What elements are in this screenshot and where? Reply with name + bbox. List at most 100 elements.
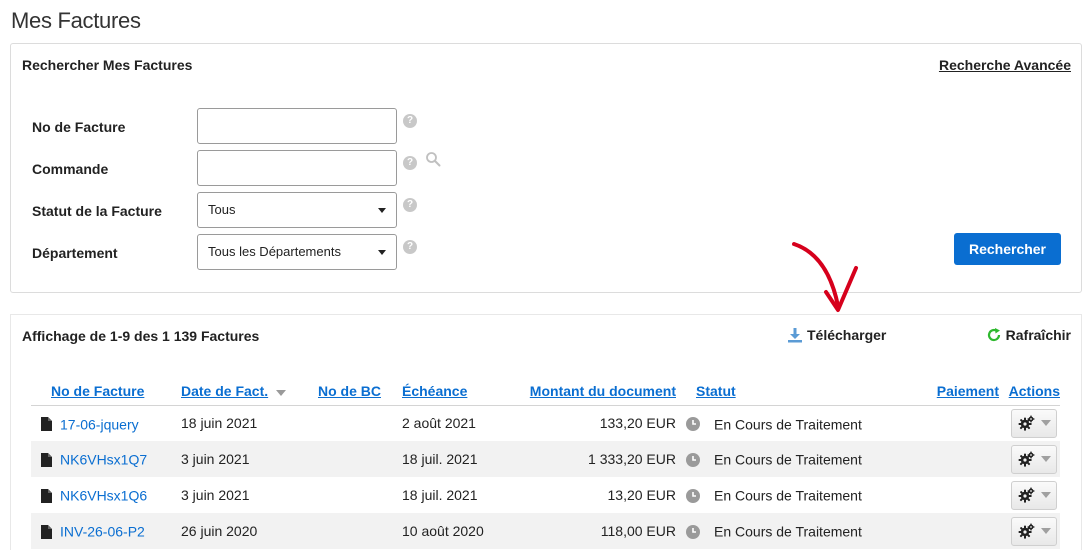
chevron-down-icon: [1040, 528, 1051, 534]
order-input[interactable]: [197, 150, 397, 186]
invoice-no-input[interactable]: [197, 108, 397, 144]
column-header-po-no[interactable]: No de BC: [318, 378, 402, 406]
status-cell: En Cours de Traitement: [676, 477, 866, 513]
column-header-payment[interactable]: Paiement: [866, 378, 999, 406]
status-text: En Cours de Traitement: [714, 523, 862, 540]
po-no-cell: [318, 405, 402, 441]
magnifier-icon[interactable]: [425, 151, 441, 167]
clock-icon: [686, 452, 700, 467]
column-header-amount[interactable]: Montant du document: [526, 378, 676, 406]
amount-cell: 133,20 EUR: [599, 415, 676, 432]
amount-cell: 1 333,20 EUR: [526, 441, 676, 477]
invoice-no-cell: 17-06-jquery: [31, 405, 181, 441]
table-row: NK6VHsx1Q7 3 juin 2021 18 juil. 2021 1 3…: [31, 441, 1060, 477]
chevron-down-icon: [1040, 456, 1051, 462]
sort-desc-icon: [276, 389, 287, 396]
invoice-no-cell: NK6VHsx1Q7: [31, 441, 181, 477]
invoice-link[interactable]: NK6VHsx1Q6: [60, 488, 147, 504]
department-help-icon[interactable]: ?: [403, 240, 417, 254]
chevron-down-icon: [378, 250, 386, 255]
download-icon: [788, 328, 802, 343]
order-help-icon[interactable]: ?: [403, 156, 417, 170]
search-panel: Rechercher Mes Factures Recherche Avancé…: [10, 43, 1082, 293]
po-no-cell: [318, 513, 402, 549]
refresh-link[interactable]: Rafraîchir: [986, 327, 1071, 343]
document-icon: [41, 488, 52, 503]
status-cell: En Cours de Traitement: [676, 405, 866, 441]
status-select[interactable]: Tous: [197, 192, 397, 228]
download-link[interactable]: Télécharger: [787, 327, 886, 343]
row-actions-button[interactable]: [1011, 480, 1057, 510]
status-text: En Cours de Traitement: [714, 415, 862, 432]
gear-icon: [1018, 523, 1034, 539]
actions-cell: [999, 477, 1060, 513]
clock-icon: [686, 524, 700, 539]
results-summary: Affichage de 1-9 des 1 139 Factures: [22, 328, 260, 344]
table-row: 17-06-jquery 18 juin 2021 2 août 2021 13…: [31, 405, 1060, 441]
chevron-down-icon: [1040, 492, 1051, 498]
clock-icon: [686, 416, 700, 431]
table-row: INV-26-06-P2 26 juin 2020 10 août 2020 1…: [31, 513, 1060, 549]
chevron-down-icon: [378, 208, 386, 213]
status-select-value: Tous: [208, 202, 236, 217]
status-cell: En Cours de Traitement: [676, 513, 866, 549]
document-icon: [41, 416, 52, 431]
gear-icon: [1018, 451, 1034, 467]
page-title: Mes Factures: [11, 8, 141, 33]
row-actions-button[interactable]: [1011, 408, 1057, 438]
actions-cell: [999, 513, 1060, 549]
column-header-invoice-date[interactable]: Date de Fact.: [181, 378, 318, 406]
department-label: Département: [32, 245, 118, 261]
gear-icon: [1018, 487, 1034, 503]
amount-cell: 118,00 EUR: [526, 513, 676, 549]
due-date-cell: 2 août 2021: [402, 415, 476, 432]
chevron-down-icon: [1040, 420, 1051, 427]
invoice-no-label: No de Facture: [32, 119, 126, 135]
column-header-actions[interactable]: Actions: [999, 378, 1060, 406]
po-no-cell: [318, 441, 402, 477]
due-date-cell: 18 juil. 2021: [402, 487, 478, 503]
refresh-label: Rafraîchir: [1005, 327, 1071, 343]
status-label: Statut de la Facture: [32, 203, 162, 219]
payment-cell: [866, 477, 999, 513]
row-actions-button[interactable]: [1011, 444, 1057, 474]
status-cell: En Cours de Traitement: [676, 441, 866, 477]
invoices-table: No de Facture Date de Fact. No de BC Éch…: [31, 378, 1060, 549]
due-date-cell: 10 août 2020: [402, 513, 526, 549]
search-panel-title: Rechercher Mes Factures: [22, 57, 193, 73]
column-header-invoice-no[interactable]: No de Facture: [31, 378, 181, 406]
department-select-value: Tous les Départements: [208, 244, 341, 259]
order-label: Commande: [32, 161, 109, 177]
payment-cell: [866, 513, 999, 549]
status-help-icon[interactable]: ?: [403, 198, 417, 212]
actions-cell: [999, 405, 1060, 441]
invoice-no-cell: NK6VHsx1Q6: [31, 477, 181, 513]
invoice-no-cell: INV-26-06-P2: [31, 513, 181, 549]
due-date-cell: 18 juil. 2021: [402, 441, 526, 477]
invoice-link[interactable]: NK6VHsx1Q7: [60, 452, 147, 468]
clock-icon: [686, 488, 700, 503]
table-header-row: No de Facture Date de Fact. No de BC Éch…: [31, 378, 1060, 406]
download-label: Télécharger: [807, 327, 887, 343]
column-header-status[interactable]: Statut: [676, 378, 866, 406]
department-select[interactable]: Tous les Départements: [197, 234, 397, 270]
invoice-date-cell: 3 juin 2021: [181, 487, 250, 503]
status-text: En Cours de Traitement: [714, 487, 862, 504]
invoice-link[interactable]: INV-26-06-P2: [60, 524, 145, 540]
payment-cell: [866, 441, 999, 477]
gear-icon: [1018, 415, 1034, 431]
invoice-date-cell: 26 juin 2020: [181, 513, 318, 549]
amount-cell: 13,20 EUR: [607, 487, 676, 503]
refresh-icon: [987, 328, 1000, 342]
column-header-invoice-date-label: Date de Fact.: [181, 383, 269, 400]
invoice-date-cell: 18 juin 2021: [181, 415, 258, 432]
search-button[interactable]: Rechercher: [954, 233, 1061, 265]
invoice-link[interactable]: 17-06-jquery: [60, 416, 139, 432]
invoice-no-help-icon[interactable]: ?: [403, 114, 417, 128]
column-header-due-date[interactable]: Échéance: [402, 378, 526, 406]
document-icon: [41, 452, 52, 467]
advanced-search-link[interactable]: Recherche Avancée: [939, 57, 1071, 73]
row-actions-button[interactable]: [1011, 516, 1057, 546]
table-row: NK6VHsx1Q6 3 juin 2021 18 juil. 2021 13,…: [31, 477, 1060, 513]
document-icon: [41, 524, 52, 539]
